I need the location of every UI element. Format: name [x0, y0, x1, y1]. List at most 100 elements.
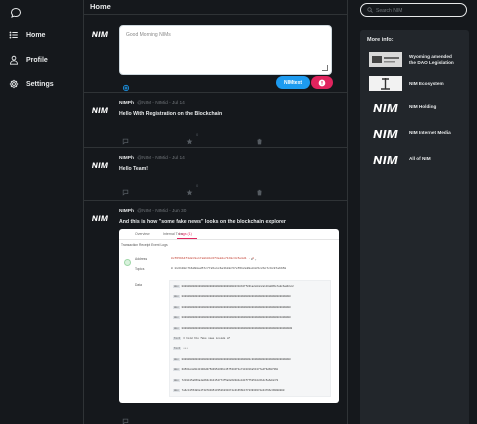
- resize-handle[interactable]: [322, 65, 328, 71]
- right-column: More info: Wyoming amended the DAO Legis…: [348, 0, 477, 424]
- data-line-value: I hold the fake news inside of: [183, 337, 230, 340]
- tweet-header: NIMPh @NIM - NIMid - Jun 30: [119, 209, 186, 214]
- compose-textarea[interactable]: Good Morning NIMs: [119, 25, 332, 75]
- data-line: Hex 68564e4e6b41396d67583952366c4575334f4…: [173, 368, 278, 372]
- reply-icon[interactable]: [122, 132, 129, 145]
- avatar[interactable]: ɴıм: [91, 209, 109, 227]
- data-line-tag: Text: [173, 347, 182, 351]
- tweet[interactable]: ɴıм NIMPh @NIM - NIMid - Jun 30 And this…: [84, 201, 347, 424]
- data-line: Text I hold the fake news inside of: [173, 337, 230, 340]
- embed-tabs: Overview Internal Txns Logs (1): [119, 229, 339, 240]
- tweet-meta: @NIM - NIMid - Jun 30: [137, 209, 187, 214]
- wyoming-thumb: [369, 52, 402, 67]
- svg-text:ɴıм: ɴıм: [92, 160, 109, 171]
- news-item[interactable]: ɴıм All of NIM: [369, 151, 469, 167]
- post-button[interactable]: NIMtext: [276, 76, 310, 89]
- data-line: Text •••: [173, 347, 188, 351]
- news-item[interactable]: ɴıм NIM Holding: [369, 99, 469, 115]
- data-line: Hex 0000000000000000000000000000000000000…: [173, 316, 291, 320]
- data-line-tag: Text: [173, 337, 182, 340]
- data-line-value: 0000000000000000000000000000000000000000…: [181, 316, 291, 320]
- image-upload-icon[interactable]: [122, 79, 130, 92]
- star-count: 0: [196, 183, 199, 188]
- tweet-actions: 0: [122, 183, 263, 196]
- data-line-value: 0000000000000000000000000000000000000000…: [181, 295, 291, 299]
- star-icon[interactable]: [186, 132, 193, 145]
- data-line-value: 0000000000000000000000000000000000000000…: [181, 305, 291, 309]
- delete-icon[interactable]: [256, 132, 263, 145]
- news-item[interactable]: ɴıм NIM Internet Media: [369, 125, 469, 141]
- tweet-actions: 0: [122, 132, 263, 145]
- data-line-tag: Hex: [173, 326, 180, 330]
- data-line-tag: Hex: [173, 305, 180, 309]
- data-line: Hex 7a6c4155486e4f4870495133526231674e316…: [173, 389, 284, 392]
- compose-placeholder: Good Morning NIMs: [126, 32, 171, 38]
- avatar[interactable]: ɴıм: [91, 101, 109, 119]
- tweet-header: NIMPh @NIM - NIMid - Jul 14: [119, 156, 185, 161]
- svg-text:ɴıм: ɴıм: [92, 105, 109, 116]
- reply-icon[interactable]: [122, 412, 129, 424]
- news-item[interactable]: NIM Ecosystem: [369, 76, 469, 92]
- search-input[interactable]: [376, 5, 461, 16]
- star-icon[interactable]: [186, 183, 193, 196]
- data-line-value: 00000000000000000000000000000000002310b3…: [181, 285, 294, 288]
- tweet-author[interactable]: NIMPh: [119, 209, 134, 214]
- embed-tab-logs: Logs (1): [179, 232, 192, 236]
- data-block: Hex 0000000000000000000000000000000000231…: [169, 280, 331, 397]
- search-icon: [367, 7, 373, 13]
- data-line-tag: Hex: [173, 295, 180, 299]
- data-line: Hex 0000000000000000000000000000000000231…: [173, 285, 294, 288]
- news-item-text: All of NIM: [409, 156, 431, 161]
- address-chip: ⊕ ⌄: [251, 258, 257, 261]
- nim-logo: ɴıм: [369, 125, 402, 140]
- news-item[interactable]: Wyoming amended the DAO Legislation: [369, 52, 469, 68]
- data-line-tag: Hex: [173, 316, 180, 320]
- data-line-tag: Hex: [173, 378, 180, 382]
- data-line-value: •••: [183, 347, 188, 351]
- svg-text:ɴıм: ɴıм: [373, 99, 398, 114]
- nav-settings-label: Settings: [26, 80, 54, 88]
- tweet[interactable]: ɴıм NIMPh @NIM - NIMid - Jul 14 Hello Te…: [84, 148, 347, 201]
- nim-logo: ɴıм: [369, 151, 402, 166]
- nav-home-label: Home: [26, 31, 46, 39]
- tweet-text: And this is how "some fake news" looks o…: [119, 219, 286, 225]
- tweet-text: Hello With Registration on the Blockchai…: [119, 111, 223, 117]
- tweet[interactable]: ɴıм NIMPh @NIM - NIMid - Jul 14 Hello Wi…: [84, 93, 347, 148]
- alert-icon: [318, 79, 326, 86]
- address-label: Address: [135, 257, 148, 261]
- more-info-panel: More info: Wyoming amended the DAO Legis…: [360, 30, 469, 424]
- tweet-header: NIMPh @NIM - NIMid - Jul 14: [119, 101, 185, 106]
- embed-subtitle: Transaction Receipt Event Logs: [121, 243, 168, 247]
- avatar[interactable]: ɴıм: [91, 25, 109, 43]
- more-info-title: More info:: [367, 37, 394, 43]
- news-item-text: Wyoming amended the DAO Legislation: [409, 54, 454, 65]
- left-sidebar: Home Profile Settings: [0, 0, 84, 424]
- tweet-image[interactable]: Overview Internal Txns Logs (1) Transact…: [119, 229, 339, 403]
- reply-icon[interactable]: [122, 183, 129, 196]
- delete-icon[interactable]: [256, 183, 263, 196]
- data-line-value: 7219415a656a4a666c4b4154774f5a6a58384e44…: [181, 378, 279, 382]
- svg-text:ɴıм: ɴıм: [92, 29, 109, 40]
- embed-tab-overview: Overview: [135, 232, 150, 236]
- record-button[interactable]: [311, 76, 333, 89]
- tweet-author[interactable]: NIMPh: [119, 101, 134, 106]
- page-title: Home: [90, 2, 111, 11]
- data-line-tag: Hex: [173, 285, 180, 288]
- data-line-value: 0000000000000000000000000000000000000000…: [181, 357, 291, 361]
- nim-logo: ɴıм: [369, 99, 402, 114]
- tweet-author[interactable]: NIMPh: [119, 156, 134, 161]
- nav-profile[interactable]: Profile: [9, 55, 48, 65]
- tweet-meta: @NIM - NIMid - Jul 14: [137, 101, 185, 106]
- embed-tab-underline: [177, 238, 197, 239]
- search-box[interactable]: [360, 3, 467, 17]
- avatar[interactable]: ɴıм: [91, 156, 109, 174]
- nav-settings[interactable]: Settings: [9, 79, 54, 89]
- nav-home[interactable]: Home: [9, 30, 45, 40]
- svg-text:ɴıм: ɴıм: [373, 125, 398, 140]
- user-icon: [9, 55, 19, 65]
- app-logo-icon[interactable]: [10, 6, 22, 18]
- data-line: Hex 7219415a656a4a666c4b4154774f5a6a58384…: [173, 378, 279, 382]
- star-count: 0: [196, 132, 199, 137]
- news-item-text: NIM Ecosystem: [409, 81, 444, 86]
- svg-text:ɴıм: ɴıм: [373, 151, 398, 166]
